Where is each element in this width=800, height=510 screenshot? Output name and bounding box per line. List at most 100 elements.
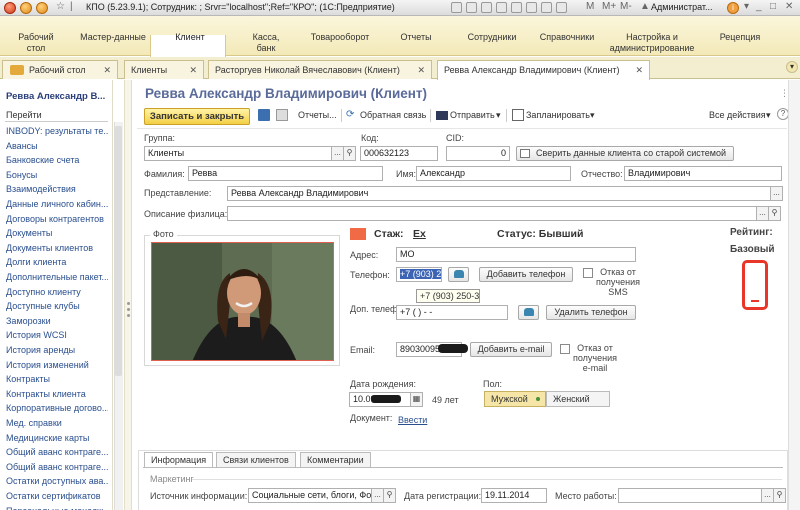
- sidebar-item[interactable]: INBODY: результаты те...: [6, 126, 108, 136]
- m-button[interactable]: M: [586, 1, 594, 12]
- sidebar-item[interactable]: Заморозки: [6, 316, 108, 326]
- close-icon[interactable]: ✕: [785, 1, 793, 12]
- star-icon[interactable]: ☆: [56, 1, 65, 12]
- search-icon[interactable]: ⚲: [773, 488, 786, 503]
- save-icon[interactable]: [258, 109, 270, 121]
- sidebar-item[interactable]: Медицинские карты: [6, 433, 108, 443]
- tab-client-revva[interactable]: Ревва Александр Владимирович (Клиент) ✕: [437, 60, 650, 80]
- schedule-dropdown-icon[interactable]: ▾: [590, 110, 595, 121]
- section-reception[interactable]: Рецепция: [716, 32, 764, 43]
- m-plus-button[interactable]: M+: [602, 1, 616, 12]
- close-tab-icon[interactable]: ✕: [417, 61, 425, 79]
- name-field[interactable]: Александр: [416, 166, 571, 181]
- section-cash-bank[interactable]: Касса, банк: [246, 32, 286, 54]
- toolbar-icon-6[interactable]: [526, 2, 537, 13]
- print-icon[interactable]: [276, 109, 288, 121]
- section-reports[interactable]: Отчеты: [396, 32, 436, 43]
- code-field[interactable]: 000632123: [360, 146, 438, 161]
- client-photo[interactable]: [151, 242, 334, 361]
- toolbar-icon-8[interactable]: [556, 2, 567, 13]
- sidebar-item[interactable]: Остатки сертификатов: [6, 491, 108, 501]
- sidebar-item[interactable]: История WCSI: [6, 330, 108, 340]
- dropdown-icon[interactable]: ▾: [744, 1, 749, 12]
- toolbar-icon-3[interactable]: [481, 2, 492, 13]
- sidebar-item[interactable]: Доступные клубы: [6, 301, 108, 311]
- search-icon[interactable]: ⚲: [768, 206, 781, 221]
- cid-field[interactable]: 0: [446, 146, 510, 161]
- extra-phone-field[interactable]: +7 ( ) - -: [396, 305, 508, 320]
- sidebar-scroll-thumb[interactable]: [115, 126, 122, 376]
- info-icon[interactable]: i: [727, 2, 739, 14]
- tab-comments[interactable]: Комментарии: [300, 452, 371, 468]
- reg-date-field[interactable]: 19.11.2014: [481, 488, 547, 503]
- work-place-field[interactable]: [618, 488, 762, 503]
- tab-information[interactable]: Информация: [144, 452, 214, 468]
- section-master-data[interactable]: Мастер-данные: [78, 32, 148, 43]
- reports-button[interactable]: Отчеты...: [298, 110, 337, 120]
- toolbar-icon-7[interactable]: [541, 2, 552, 13]
- sidebar-item[interactable]: Документы клиентов: [6, 243, 108, 253]
- sidebar-item[interactable]: Долги клиента: [6, 257, 108, 267]
- document-enter-link[interactable]: Ввести: [398, 415, 427, 425]
- form-scrollbar[interactable]: [788, 80, 800, 510]
- search-icon[interactable]: ⚲: [383, 488, 396, 503]
- app-logo-icon[interactable]: [4, 2, 16, 14]
- toolbar-icon-1[interactable]: [451, 2, 462, 13]
- user-name[interactable]: Администрат...: [651, 2, 713, 12]
- sidebar-item[interactable]: Доступно клиенту: [6, 287, 108, 297]
- send-dropdown-icon[interactable]: ▾: [496, 110, 501, 121]
- sms-refuse-checkbox[interactable]: [583, 268, 593, 278]
- sidebar-item[interactable]: История аренды: [6, 345, 108, 355]
- gender-male-option[interactable]: Мужской: [484, 391, 546, 407]
- check-old-system-button[interactable]: Сверить данные клиента со старой системо…: [516, 146, 734, 161]
- tabs-menu-icon[interactable]: ▾: [786, 61, 798, 73]
- back-icon[interactable]: [20, 2, 32, 14]
- close-tab-icon[interactable]: ✕: [189, 61, 197, 79]
- sidebar-item[interactable]: Документы: [6, 228, 108, 238]
- sidebar-item[interactable]: Данные личного кабин...: [6, 199, 108, 209]
- source-field[interactable]: Социальные сети, блоги, Фор: [248, 488, 372, 503]
- representation-choose-button[interactable]: ...: [770, 186, 783, 201]
- delete-phone-button[interactable]: Удалить телефон: [546, 305, 636, 320]
- panel-splitter[interactable]: [124, 80, 132, 510]
- sidebar-item[interactable]: Персональные менедж...: [6, 506, 108, 510]
- address-field[interactable]: МО: [396, 247, 636, 262]
- sidebar-item[interactable]: Контракты клиента: [6, 389, 108, 399]
- search-icon[interactable]: ⚲: [343, 146, 356, 161]
- calendar-button[interactable]: ▦: [410, 392, 423, 407]
- tab-clients[interactable]: Клиенты ✕: [124, 60, 204, 79]
- section-catalogs[interactable]: Справочники: [537, 32, 597, 43]
- save-and-close-button[interactable]: Записать и закрыть: [144, 108, 250, 125]
- toolbar-icon-2[interactable]: [466, 2, 477, 13]
- group-field[interactable]: Клиенты: [144, 146, 332, 161]
- representation-field[interactable]: Ревва Александр Владимирович: [227, 186, 771, 201]
- close-tab-icon[interactable]: ✕: [635, 61, 643, 79]
- all-actions-button[interactable]: Все действия: [709, 110, 766, 120]
- gender-female-option[interactable]: Женский: [546, 391, 610, 407]
- phone-field[interactable]: +7 (903) 2: [396, 267, 442, 282]
- section-settings[interactable]: Настройка и администрирование: [606, 32, 698, 54]
- feedback-button[interactable]: Обратная связь: [360, 110, 426, 120]
- call-extra-phone-button[interactable]: [518, 305, 539, 320]
- email-refuse-checkbox[interactable]: [560, 344, 570, 354]
- sidebar-item[interactable]: Взаимодействия: [6, 184, 108, 194]
- tab-client-relations[interactable]: Связи клиентов: [216, 452, 296, 468]
- add-phone-button[interactable]: Добавить телефон: [479, 267, 573, 282]
- sidebar-item[interactable]: Мед. справки: [6, 418, 108, 428]
- individual-desc-field[interactable]: [227, 206, 757, 221]
- sidebar-item[interactable]: Корпоративные догово...: [6, 403, 108, 413]
- sidebar-item[interactable]: Договоры контрагентов: [6, 214, 108, 224]
- all-actions-dropdown-icon[interactable]: ▾: [766, 110, 771, 121]
- patronymic-field[interactable]: Владимирович: [624, 166, 782, 181]
- sidebar-item[interactable]: Дополнительные пакет...: [6, 272, 108, 282]
- surname-field[interactable]: Ревва: [188, 166, 383, 181]
- send-button[interactable]: Отправить: [450, 110, 495, 120]
- sidebar-item[interactable]: Бонусы: [6, 170, 108, 180]
- sidebar-item[interactable]: Контракты: [6, 374, 108, 384]
- section-client[interactable]: Клиент: [170, 32, 210, 43]
- sidebar-item[interactable]: Общий аванс контраге...: [6, 447, 108, 457]
- call-phone-button[interactable]: [448, 267, 469, 282]
- toolbar-icon-4[interactable]: [496, 2, 507, 13]
- maximize-icon[interactable]: □: [770, 1, 776, 12]
- m-minus-button[interactable]: M-: [620, 1, 632, 12]
